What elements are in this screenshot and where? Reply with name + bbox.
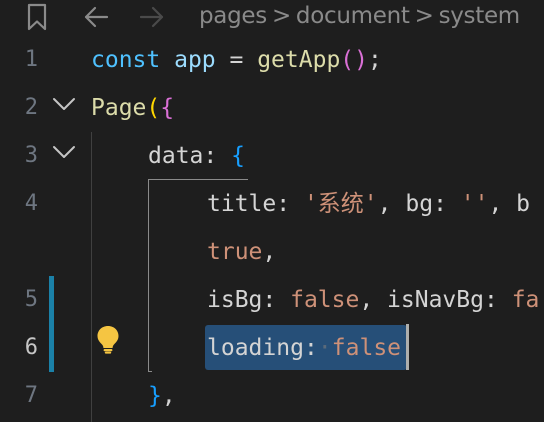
editor-toolbar: pages > document > system — [0, 0, 544, 34]
modified-line-indicator[interactable] — [49, 324, 54, 372]
chevron-down-icon[interactable] — [51, 139, 77, 165]
bookmark-icon[interactable] — [24, 3, 52, 31]
line-number-current: 6 — [24, 335, 38, 360]
chevron-down-icon[interactable] — [51, 91, 77, 117]
code-line-7[interactable]: }, — [148, 381, 176, 411]
bracket-pair-guide — [148, 179, 149, 371]
boolean: true — [207, 239, 263, 265]
property: title — [207, 191, 277, 217]
punctuation: , — [262, 239, 277, 265]
property: data — [148, 143, 204, 169]
property: b — [516, 191, 531, 217]
string: '系统' — [303, 191, 378, 217]
bracket-pair-guide — [148, 179, 248, 180]
bracket: { — [160, 95, 175, 121]
punctuation: : — [303, 335, 318, 361]
bracket: { — [231, 143, 245, 169]
punctuation: : — [276, 191, 304, 217]
punctuation: : — [203, 143, 232, 169]
line-number: 4 — [24, 191, 38, 216]
code-line-6[interactable]: loading:·false — [207, 333, 401, 363]
line-number: 2 — [24, 95, 38, 120]
operator: = — [229, 47, 258, 73]
breadcrumb-item-document[interactable]: document — [296, 3, 410, 29]
breadcrumb: pages > document > system — [199, 1, 520, 31]
breadcrumb-separator: > — [414, 3, 434, 29]
property: isNavBg — [387, 287, 484, 313]
bracket: ( — [146, 95, 161, 121]
punctuation: : — [483, 287, 512, 313]
breadcrumb-separator: > — [271, 3, 291, 29]
bracket: } — [148, 383, 162, 409]
code-line-4-wrapped[interactable]: true, — [207, 237, 276, 267]
line-number: 5 — [24, 287, 38, 312]
boolean: false — [290, 287, 360, 313]
line-number: 3 — [24, 143, 38, 168]
line-number: 1 — [24, 47, 38, 72]
code-line-4[interactable]: title: '系统', bg: '', b — [207, 189, 530, 219]
keyword: const — [91, 47, 161, 73]
function-name: getApp — [257, 47, 341, 73]
boolean: false — [331, 335, 402, 361]
bracket: () — [340, 47, 368, 73]
property: isBg — [207, 287, 263, 313]
property: bg — [405, 191, 434, 217]
lightbulb-icon[interactable] — [95, 324, 121, 354]
bracket-pair-guide — [148, 371, 152, 372]
code-line-3[interactable]: data: { — [148, 141, 245, 171]
identifier: app — [160, 47, 230, 73]
code-line-1[interactable]: const app = getApp(); — [91, 45, 382, 75]
whitespace-marker: · — [317, 335, 332, 361]
boolean: fa — [511, 287, 540, 313]
code-editor-window: pages > document > system 1 2 3 4 5 6 7 cons… — [0, 0, 544, 422]
punctuation: , — [377, 191, 406, 217]
line-number: 7 — [24, 383, 38, 408]
code-line-5[interactable]: isBg: false, isNavBg: fa — [207, 285, 539, 315]
punctuation: , — [359, 287, 388, 313]
breadcrumb-item-system[interactable]: system — [439, 3, 521, 29]
arrow-left-icon[interactable] — [82, 3, 110, 31]
function-name: Page — [91, 95, 147, 121]
breadcrumb-item-pages[interactable]: pages — [199, 3, 267, 29]
punctuation: : — [433, 191, 461, 217]
punctuation: : — [262, 287, 291, 313]
string: '' — [460, 191, 489, 217]
arrow-right-icon[interactable] — [138, 3, 166, 31]
punctuation: ; — [368, 47, 382, 73]
property: loading — [207, 335, 304, 361]
text-cursor — [406, 324, 409, 370]
punctuation: , — [488, 191, 517, 217]
code-line-2[interactable]: Page({ — [91, 93, 174, 123]
punctuation: , — [161, 383, 176, 409]
indent-guide — [91, 132, 92, 422]
modified-line-indicator[interactable] — [49, 276, 54, 324]
